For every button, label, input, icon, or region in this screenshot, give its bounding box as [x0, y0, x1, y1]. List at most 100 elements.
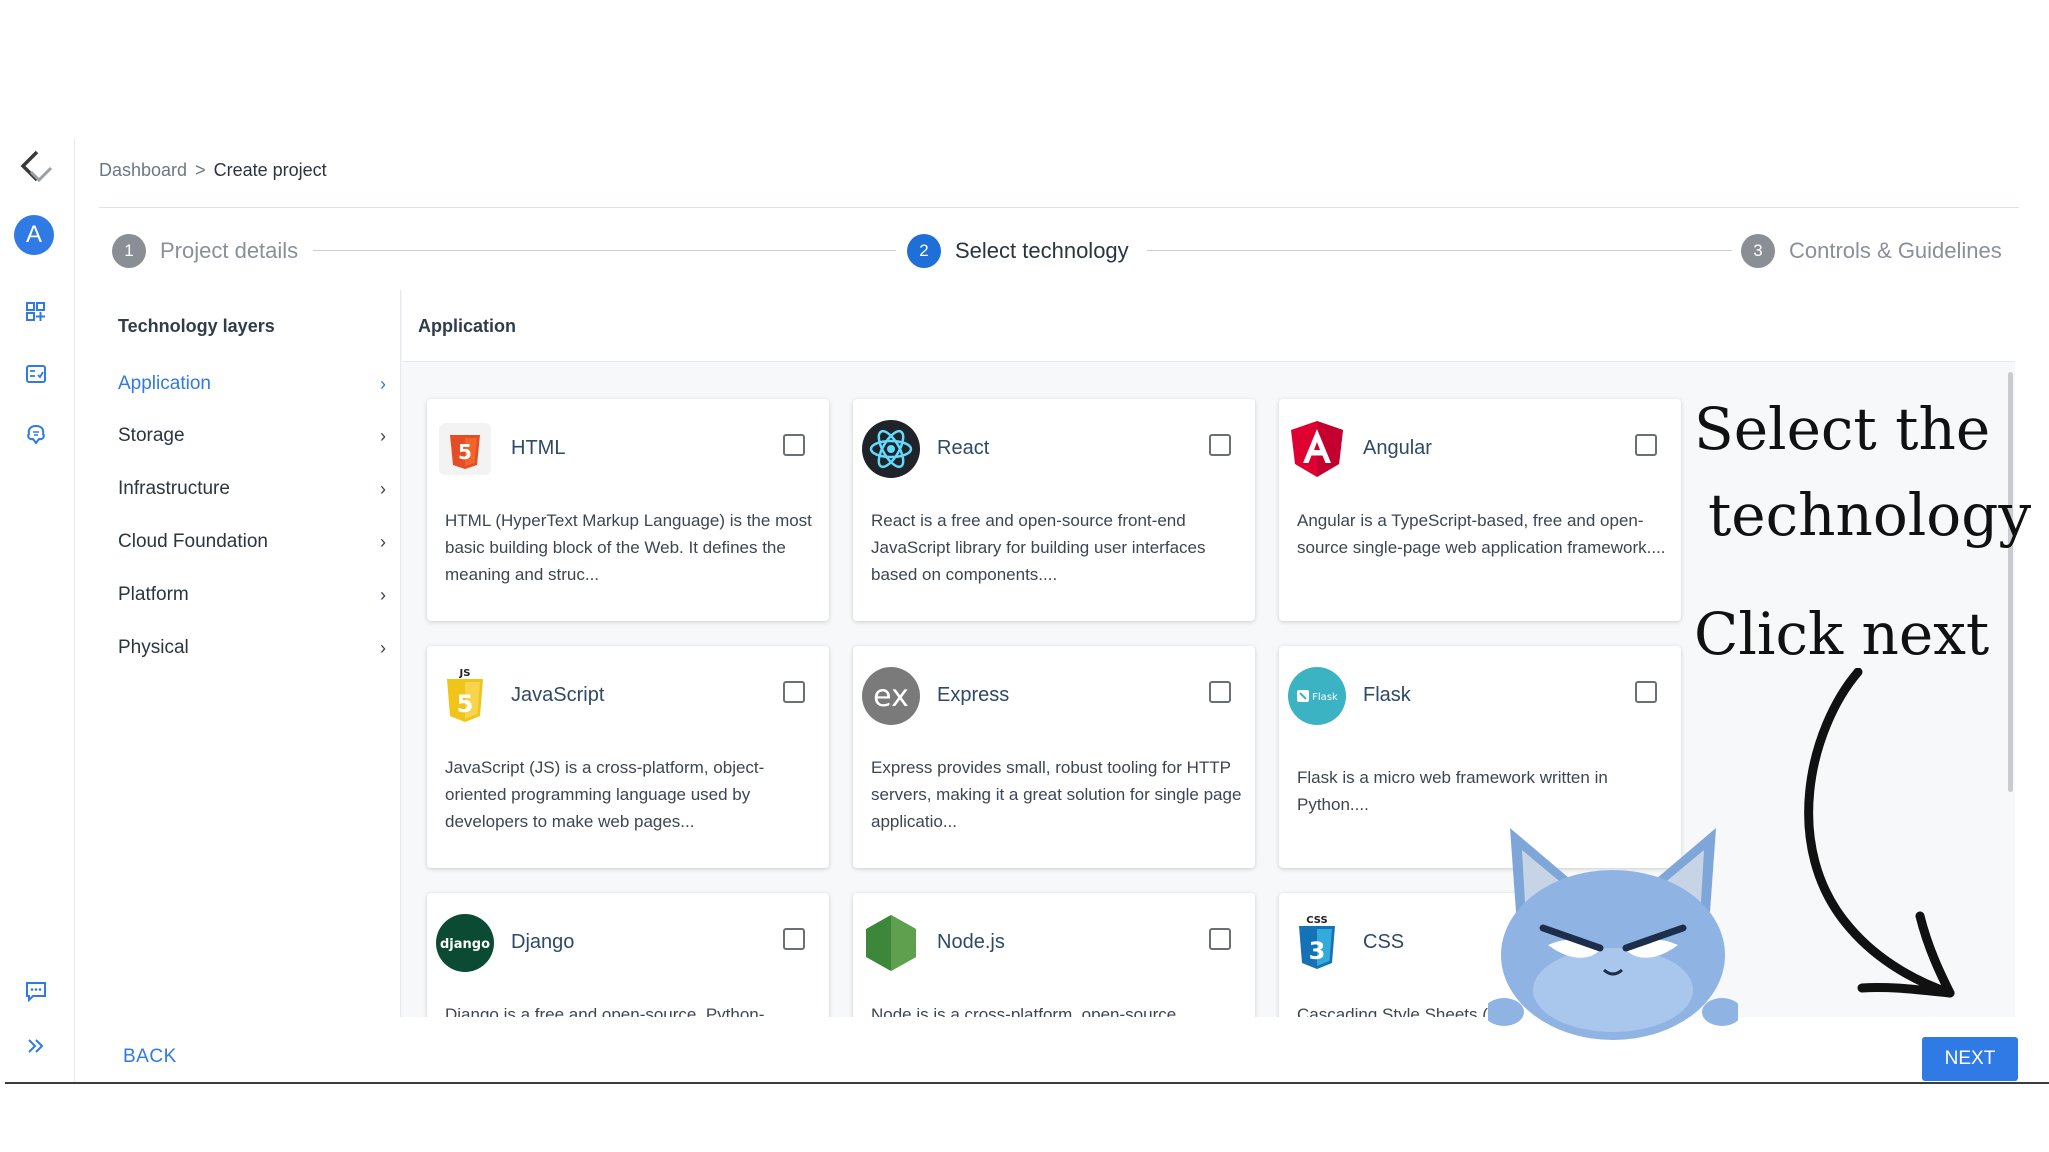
tech-checkbox[interactable]	[1209, 434, 1231, 456]
tech-card-angular[interactable]: Angular Angular is a TypeScript-based, f…	[1279, 399, 1681, 621]
step-select-technology[interactable]: 2 Select technology	[907, 234, 1129, 268]
tech-description: HTML (HyperText Markup Language) is the …	[445, 511, 812, 584]
tech-checkbox[interactable]	[783, 681, 805, 703]
tech-name: CSS	[1363, 931, 1405, 953]
tech-description: React is a free and open-source front-en…	[871, 511, 1206, 584]
next-button[interactable]: NEXT	[1922, 1037, 2018, 1081]
annotation-select-line2: technology	[1708, 481, 2032, 549]
content-title: Application	[418, 316, 516, 336]
tech-description: Express provides small, robust tooling f…	[871, 758, 1242, 831]
step-label: Project details	[160, 238, 299, 263]
header-divider	[99, 207, 2019, 208]
svg-text:5: 5	[458, 440, 472, 464]
svg-text:CSS: CSS	[1306, 915, 1327, 926]
react-icon	[861, 419, 921, 479]
layer-label: Platform	[118, 584, 189, 605]
step-number: 2	[907, 234, 941, 268]
tech-card-nodejs[interactable]: Node.js Node.js is a cross-platform, ope…	[853, 893, 1255, 1017]
tech-card-html[interactable]: 5 HTML HTML (HyperText Markup Language) …	[427, 399, 829, 621]
layer-label: Application	[118, 373, 211, 394]
svg-text:django: django	[440, 937, 490, 952]
left-rail: A	[5, 138, 75, 1082]
layer-item-infrastructure[interactable]: Infrastructure ›	[118, 469, 386, 509]
step-controls-guidelines[interactable]: 3 Controls & Guidelines	[1741, 234, 2002, 268]
tech-card-express[interactable]: ex Express Express provides small, robus…	[853, 646, 1255, 868]
tech-card-react[interactable]: React React is a free and open-source fr…	[853, 399, 1255, 621]
svg-text:ex: ex	[873, 679, 909, 714]
tech-name: HTML	[511, 437, 566, 459]
chevron-right-icon: ›	[380, 425, 386, 446]
tech-checkbox[interactable]	[1635, 434, 1657, 456]
layer-item-physical[interactable]: Physical ›	[118, 628, 386, 668]
layer-label: Storage	[118, 425, 185, 446]
tech-description: JavaScript (JS) is a cross-platform, obj…	[445, 758, 765, 831]
layer-item-platform[interactable]: Platform ›	[118, 575, 386, 615]
dashboard-grid-icon[interactable]	[25, 301, 47, 323]
breadcrumb-current: Create project	[213, 160, 327, 180]
layer-item-cloud-foundation[interactable]: Cloud Foundation ›	[118, 522, 386, 562]
stepper-connector	[1147, 250, 1732, 251]
chevron-right-icon: ›	[380, 531, 386, 552]
breadcrumb-dashboard-link[interactable]: Dashboard	[99, 160, 187, 181]
avatar[interactable]: A	[14, 215, 54, 255]
tech-card-django[interactable]: django Django Django is a free and open-…	[427, 893, 829, 1017]
brain-icon[interactable]	[25, 423, 47, 445]
chevron-right-icon: ›	[380, 584, 386, 605]
logo-icon[interactable]	[17, 148, 57, 188]
tech-name: Django	[511, 931, 575, 953]
step-label: Select technology	[955, 238, 1129, 263]
chevron-right-icon: ›	[380, 637, 386, 658]
flask-icon: Flask	[1287, 666, 1347, 726]
tech-name: JavaScript	[511, 684, 605, 706]
layer-label: Physical	[118, 637, 189, 658]
back-button[interactable]: BACK	[123, 1046, 177, 1068]
svg-text:Flask: Flask	[1312, 692, 1338, 703]
angular-icon	[1287, 419, 1347, 479]
nodejs-icon	[861, 913, 921, 973]
svg-text:5: 5	[457, 690, 474, 718]
layer-item-application[interactable]: Application ›	[118, 364, 386, 404]
tech-name: Flask	[1363, 684, 1411, 706]
cat-mascot-icon	[1488, 828, 1738, 1040]
checklist-icon[interactable]	[25, 363, 47, 385]
html5-icon: 5	[435, 419, 495, 479]
tech-checkbox[interactable]	[783, 928, 805, 950]
expand-icon[interactable]	[25, 1035, 47, 1057]
tech-checkbox[interactable]	[1209, 928, 1231, 950]
tech-checkbox[interactable]	[783, 434, 805, 456]
breadcrumb-separator: >	[195, 160, 206, 180]
tech-checkbox[interactable]	[1635, 681, 1657, 703]
technology-layers-panel: Technology layers Application › Storage …	[101, 290, 401, 1017]
arrow-icon	[1804, 668, 1955, 998]
tech-description: Node.js is a cross-platform, open-source	[871, 1005, 1177, 1017]
technology-layers-title: Technology layers	[118, 316, 275, 336]
stepper-connector	[313, 250, 896, 251]
annotation-select-line1: Select the	[1694, 395, 1991, 463]
layer-label: Infrastructure	[118, 478, 230, 499]
javascript-icon: JS 5	[435, 666, 495, 726]
express-icon: ex	[861, 666, 921, 726]
tech-card-javascript[interactable]: JS 5 JavaScript JavaScript (JS) is a cros…	[427, 646, 829, 868]
layer-item-storage[interactable]: Storage ›	[118, 416, 386, 456]
css3-icon: CSS 3	[1287, 913, 1347, 973]
tech-name: Node.js	[937, 931, 1005, 953]
breadcrumb: Dashboard > Create project	[99, 160, 327, 181]
step-number: 1	[112, 234, 146, 268]
tech-checkbox[interactable]	[1209, 681, 1231, 703]
svg-text:3: 3	[1309, 937, 1326, 965]
tech-description: Angular is a TypeScript-based, free and …	[1297, 511, 1666, 557]
django-icon: django	[435, 913, 495, 973]
svg-text:JS: JS	[459, 668, 471, 679]
annotation-click-next: Click next	[1694, 600, 1990, 668]
content-header: Application	[402, 290, 2015, 362]
step-label: Controls & Guidelines	[1789, 238, 2002, 263]
step-project-details[interactable]: 1 Project details	[112, 234, 298, 268]
tech-name: Angular	[1363, 437, 1432, 459]
tech-name: Express	[937, 684, 1010, 706]
tech-description: Flask is a micro web framework written i…	[1297, 768, 1608, 814]
content-scrollbar[interactable]	[2008, 372, 2013, 792]
layer-label: Cloud Foundation	[118, 531, 268, 552]
chat-icon[interactable]	[25, 980, 47, 1002]
tech-description: Django is a free and open-source, Python…	[445, 1005, 765, 1017]
tech-name: React	[937, 437, 990, 459]
